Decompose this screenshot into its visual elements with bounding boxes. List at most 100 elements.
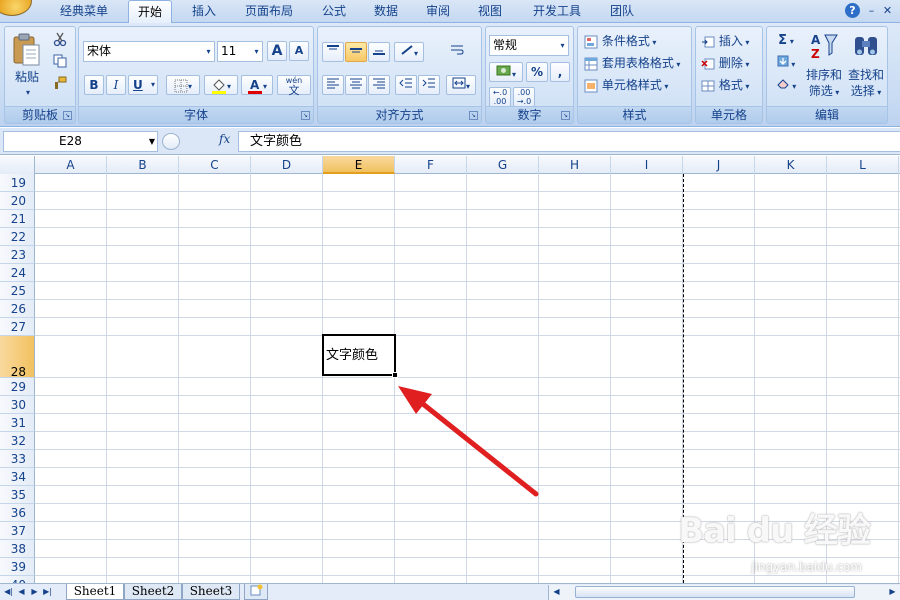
horizontal-scroll-thumb[interactable] (575, 586, 855, 598)
fill-handle[interactable] (392, 372, 398, 378)
merge-center-button[interactable]: ▾ (446, 75, 476, 95)
fill-button[interactable]: ▾ (770, 53, 802, 73)
row-header-30[interactable]: 30 (0, 396, 35, 414)
tab-4[interactable]: 公式 (312, 0, 356, 23)
row-header-28[interactable]: 28 (0, 336, 35, 379)
decrease-indent-button[interactable] (395, 75, 417, 95)
find-select-label[interactable]: 查找和 选择 ▾ (843, 67, 889, 101)
increase-decimal-button[interactable]: ←.0.00 (489, 87, 511, 107)
row-header-27[interactable]: 27 (0, 318, 35, 336)
clear-button[interactable]: ▾ (770, 75, 802, 95)
row-header-40[interactable]: 40 (0, 576, 35, 583)
fill-color-button[interactable]: ▾ (204, 75, 238, 95)
insert-function-icon[interactable]: fx (219, 132, 230, 146)
italic-button[interactable]: I (106, 75, 126, 95)
align-bottom-button[interactable] (368, 42, 390, 62)
align-right-button[interactable] (368, 75, 390, 95)
column-header-d[interactable]: D (251, 156, 323, 174)
insert-sheet-button[interactable] (244, 584, 268, 600)
name-box[interactable]: E28 ▼ (3, 131, 158, 152)
delete-cells-button[interactable]: 删除 ▾ (701, 54, 749, 74)
formula-bar-resize-handle[interactable] (162, 133, 180, 150)
row-header-35[interactable]: 35 (0, 486, 35, 504)
format-as-table-button[interactable]: 套用表格格式 ▾ (584, 54, 680, 74)
cut-button[interactable] (50, 31, 70, 51)
column-header-a[interactable]: A (35, 156, 107, 174)
minimize-ribbon-icon[interactable]: – (865, 4, 878, 17)
comma-style-button[interactable]: , (550, 62, 570, 82)
sheet-tab-sheet3[interactable]: Sheet3 (182, 584, 240, 600)
scroll-left-icon[interactable]: ◀ (551, 586, 562, 598)
column-header-k[interactable]: K (755, 156, 827, 174)
office-button[interactable] (0, 0, 32, 16)
horizontal-scrollbar[interactable]: ◀ ▶ (548, 585, 900, 600)
row-header-25[interactable]: 25 (0, 282, 35, 300)
column-header-l[interactable]: L (827, 156, 899, 174)
tab-9[interactable]: 团队 (600, 0, 644, 23)
prev-sheet-icon[interactable]: ◀ (16, 586, 27, 598)
format-cells-button[interactable]: 格式 ▾ (701, 76, 749, 96)
cell-styles-button[interactable]: 单元格样式 ▾ (584, 76, 668, 96)
column-header-e[interactable]: E (323, 156, 395, 174)
row-header-19[interactable]: 19 (0, 174, 35, 192)
bold-button[interactable]: B (84, 75, 104, 95)
row-header-34[interactable]: 34 (0, 468, 35, 486)
tab-8[interactable]: 开发工具 (522, 0, 592, 23)
orientation-button[interactable]: ▾ (394, 42, 424, 62)
column-header-h[interactable]: H (539, 156, 611, 174)
next-sheet-icon[interactable]: ▶ (29, 586, 40, 598)
row-header-22[interactable]: 22 (0, 228, 35, 246)
tab-1[interactable]: 开始 (128, 0, 172, 24)
row-header-36[interactable]: 36 (0, 504, 35, 522)
row-header-32[interactable]: 32 (0, 432, 35, 450)
accounting-format-button[interactable]: ▾ (489, 62, 523, 82)
borders-button[interactable]: ▾ (166, 75, 200, 95)
number-launcher-icon[interactable]: ↘ (561, 111, 570, 120)
underline-button[interactable]: U ▾ (128, 75, 158, 95)
autosum-button[interactable]: Σ ▾ (770, 31, 802, 51)
column-header-b[interactable]: B (107, 156, 179, 174)
scroll-right-icon[interactable]: ▶ (887, 586, 898, 598)
copy-button[interactable] (50, 53, 70, 73)
format-painter-button[interactable] (50, 75, 70, 95)
font-size-combo[interactable]: 11 ▾ (217, 41, 263, 62)
last-sheet-icon[interactable]: ▶| (42, 586, 53, 598)
row-header-26[interactable]: 26 (0, 300, 35, 318)
row-header-31[interactable]: 31 (0, 414, 35, 432)
row-header-29[interactable]: 29 (0, 378, 35, 396)
column-header-f[interactable]: F (395, 156, 467, 174)
find-select-icon-button[interactable] (847, 30, 885, 68)
font-name-combo[interactable]: 宋体 ▾ (83, 41, 215, 62)
number-format-combo[interactable]: 常规 ▾ (489, 35, 569, 56)
align-center-button[interactable] (345, 75, 367, 95)
phonetic-button[interactable]: wén 文 (277, 75, 311, 96)
tab-2[interactable]: 插入 (182, 0, 226, 23)
row-header-39[interactable]: 39 (0, 558, 35, 576)
tab-6[interactable]: 审阅 (416, 0, 460, 23)
clipboard-launcher-icon[interactable]: ↘ (63, 111, 72, 120)
paste-dropdown-icon[interactable]: ▾ (13, 85, 43, 101)
select-all-corner[interactable] (0, 156, 35, 174)
row-header-21[interactable]: 21 (0, 210, 35, 228)
decrease-decimal-button[interactable]: .00 →.0 (513, 87, 535, 107)
column-header-c[interactable]: C (179, 156, 251, 174)
increase-indent-button[interactable] (418, 75, 440, 95)
close-icon[interactable]: ✕ (881, 4, 894, 17)
align-left-button[interactable] (322, 75, 344, 95)
tab-3[interactable]: 页面布局 (236, 0, 302, 23)
insert-cells-button[interactable]: 插入 ▾ (701, 32, 749, 52)
column-header-g[interactable]: G (467, 156, 539, 174)
column-header-i[interactable]: I (611, 156, 683, 174)
sheet-tab-sheet2[interactable]: Sheet2 (124, 584, 182, 600)
sort-filter-icon-button[interactable]: AZ (805, 30, 843, 68)
tab-5[interactable]: 数据 (364, 0, 408, 23)
tab-7[interactable]: 视图 (468, 0, 512, 23)
row-header-33[interactable]: 33 (0, 450, 35, 468)
grow-font-button[interactable]: A (267, 41, 287, 61)
font-launcher-icon[interactable]: ↘ (301, 111, 310, 120)
active-cell-e28[interactable]: 文字颜色 (322, 334, 398, 378)
formula-input[interactable]: 文字颜色 (238, 131, 900, 152)
row-header-37[interactable]: 37 (0, 522, 35, 540)
tab-0[interactable]: 经典菜单 (46, 0, 122, 23)
align-top-button[interactable] (322, 42, 344, 62)
